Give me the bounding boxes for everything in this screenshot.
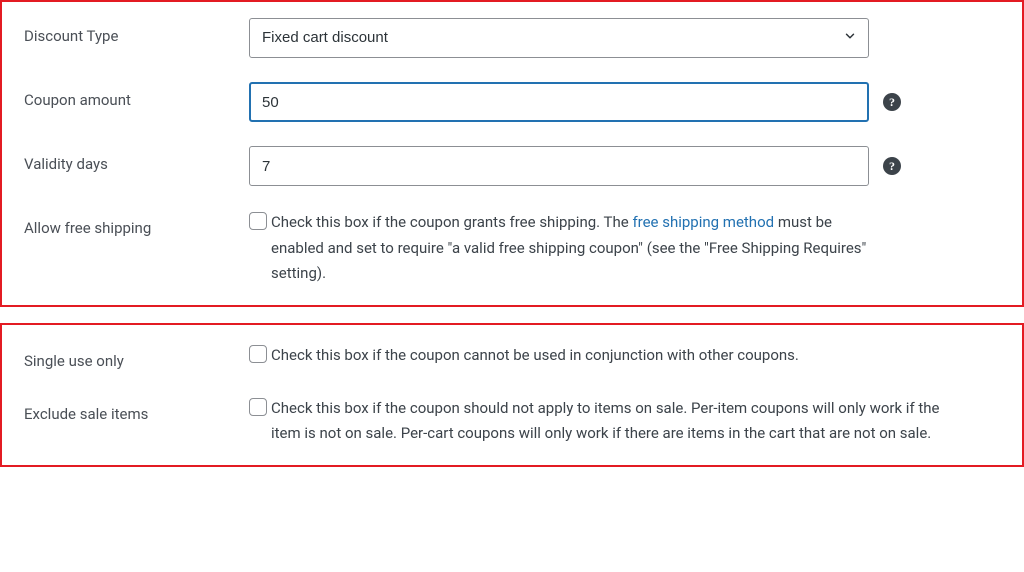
free-shipping-description: Check this box if the coupon grants free… (271, 210, 869, 287)
restrictions-section: Single use only Check this box if the co… (0, 323, 1024, 467)
validity-days-control: ? (249, 146, 1000, 186)
exclude-sale-row: Exclude sale items Check this box if the… (24, 396, 1000, 447)
general-settings-section: Discount Type Fixed cart discount Coupon… (0, 0, 1024, 307)
exclude-sale-description: Check this box if the coupon should not … (271, 396, 969, 447)
free-shipping-row: Allow free shipping Check this box if th… (24, 210, 1000, 287)
single-use-checkbox[interactable] (249, 345, 267, 363)
validity-days-row: Validity days ? (24, 146, 1000, 186)
single-use-label: Single use only (24, 343, 249, 372)
exclude-sale-label: Exclude sale items (24, 396, 249, 425)
coupon-amount-input[interactable] (249, 82, 869, 122)
validity-days-label: Validity days (24, 146, 249, 175)
discount-type-row: Discount Type Fixed cart discount (24, 18, 1000, 58)
discount-type-select[interactable]: Fixed cart discount (249, 18, 869, 58)
free-shipping-checkbox[interactable] (249, 212, 267, 230)
coupon-amount-row: Coupon amount ? (24, 82, 1000, 122)
single-use-description: Check this box if the coupon cannot be u… (271, 343, 969, 369)
exclude-sale-checkbox[interactable] (249, 398, 267, 416)
help-icon[interactable]: ? (883, 157, 901, 175)
free-shipping-control: Check this box if the coupon grants free… (249, 210, 1000, 287)
coupon-amount-control: ? (249, 82, 1000, 122)
free-shipping-method-link[interactable]: free shipping method (632, 213, 774, 231)
single-use-row: Single use only Check this box if the co… (24, 343, 1000, 372)
validity-days-input[interactable] (249, 146, 869, 186)
discount-type-label: Discount Type (24, 18, 249, 47)
single-use-control: Check this box if the coupon cannot be u… (249, 343, 1000, 369)
coupon-amount-label: Coupon amount (24, 82, 249, 111)
help-icon[interactable]: ? (883, 93, 901, 111)
free-shipping-label: Allow free shipping (24, 210, 249, 239)
exclude-sale-control: Check this box if the coupon should not … (249, 396, 1000, 447)
discount-type-control: Fixed cart discount (249, 18, 1000, 58)
